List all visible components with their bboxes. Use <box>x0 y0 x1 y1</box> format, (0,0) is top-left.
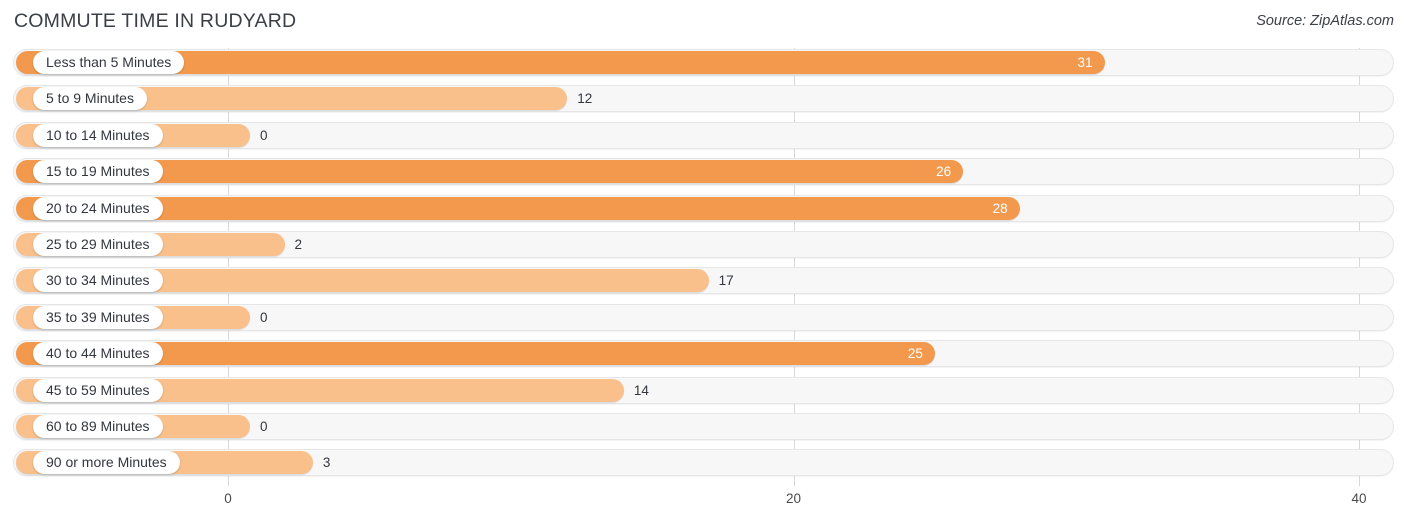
bar-row[interactable]: 2 25 to 29 Minutes <box>0 228 1406 264</box>
category-label: 15 to 19 Minutes <box>33 160 163 184</box>
bar-value-label: 0 <box>260 418 268 434</box>
bar-value-label: 26 <box>936 164 952 180</box>
category-label: 45 to 59 Minutes <box>33 378 163 402</box>
plot-area: 31 Less than 5 Minutes 12 5 to 9 Minutes 0 10… <box>0 46 1406 486</box>
bar-value-label: 17 <box>718 273 734 289</box>
bar-row[interactable]: 14 45 to 59 Minutes <box>0 374 1406 410</box>
bar-value-label: 3 <box>322 455 331 471</box>
category-label: 20 to 24 Minutes <box>33 196 163 220</box>
category-label: Less than 5 Minutes <box>33 51 185 74</box>
category-label: 40 to 44 Minutes <box>33 342 163 366</box>
bar-row[interactable]: 17 30 to 34 Minutes <box>0 264 1406 300</box>
bar-row[interactable]: 0 10 to 14 Minutes <box>0 119 1406 155</box>
category-label: 90 or more Minutes <box>33 451 180 475</box>
bar-value-label: 28 <box>992 200 1008 216</box>
bar-value-label: 0 <box>260 309 268 325</box>
category-label: 35 to 39 Minutes <box>33 305 163 329</box>
category-label: 25 to 29 Minutes <box>33 232 163 256</box>
bar-value-label: 12 <box>577 91 593 107</box>
x-axis-tick-label: 20 <box>785 491 802 506</box>
bar[interactable]: 28 <box>16 196 1020 220</box>
chart-container: COMMUTE TIME IN RUDYARD Source: ZipAtlas… <box>0 0 1406 523</box>
x-axis-tick-label: 40 <box>1351 491 1367 506</box>
category-label: 5 to 9 Minutes <box>33 87 147 111</box>
chart-header: COMMUTE TIME IN RUDYARD Source: ZipAtlas… <box>0 0 1406 46</box>
bar-value-label: 0 <box>260 127 268 143</box>
x-axis: 0 20 40 <box>0 483 1406 523</box>
bar-value-label: 14 <box>633 382 649 398</box>
bar-row[interactable]: 25 40 to 44 Minutes <box>0 337 1406 373</box>
bar-value-label: 2 <box>294 236 303 252</box>
bar-value-label: 25 <box>907 346 923 362</box>
bar-rows: 31 Less than 5 Minutes 12 5 to 9 Minutes 0 10… <box>0 46 1406 483</box>
page-title: COMMUTE TIME IN RUDYARD <box>14 10 297 32</box>
category-label: 60 to 89 Minutes <box>33 414 163 438</box>
x-axis-tick-label: 0 <box>224 491 232 506</box>
bar-row[interactable]: 12 5 to 9 Minutes <box>0 82 1406 118</box>
bar-row[interactable]: 26 15 to 19 Minutes <box>0 155 1406 191</box>
bar-row[interactable]: 31 Less than 5 Minutes <box>0 46 1406 82</box>
category-label: 10 to 14 Minutes <box>33 123 163 147</box>
bar-row[interactable]: 3 90 or more Minutes <box>0 446 1406 482</box>
bar-value-label: 31 <box>1077 55 1093 70</box>
source-attribution: Source: ZipAtlas.com <box>1256 13 1394 29</box>
bar-row[interactable]: 0 60 to 89 Minutes <box>0 410 1406 446</box>
bar-row[interactable]: 28 20 to 24 Minutes <box>0 192 1406 228</box>
category-label: 30 to 34 Minutes <box>33 269 163 293</box>
bar-row[interactable]: 0 35 to 39 Minutes <box>0 301 1406 337</box>
